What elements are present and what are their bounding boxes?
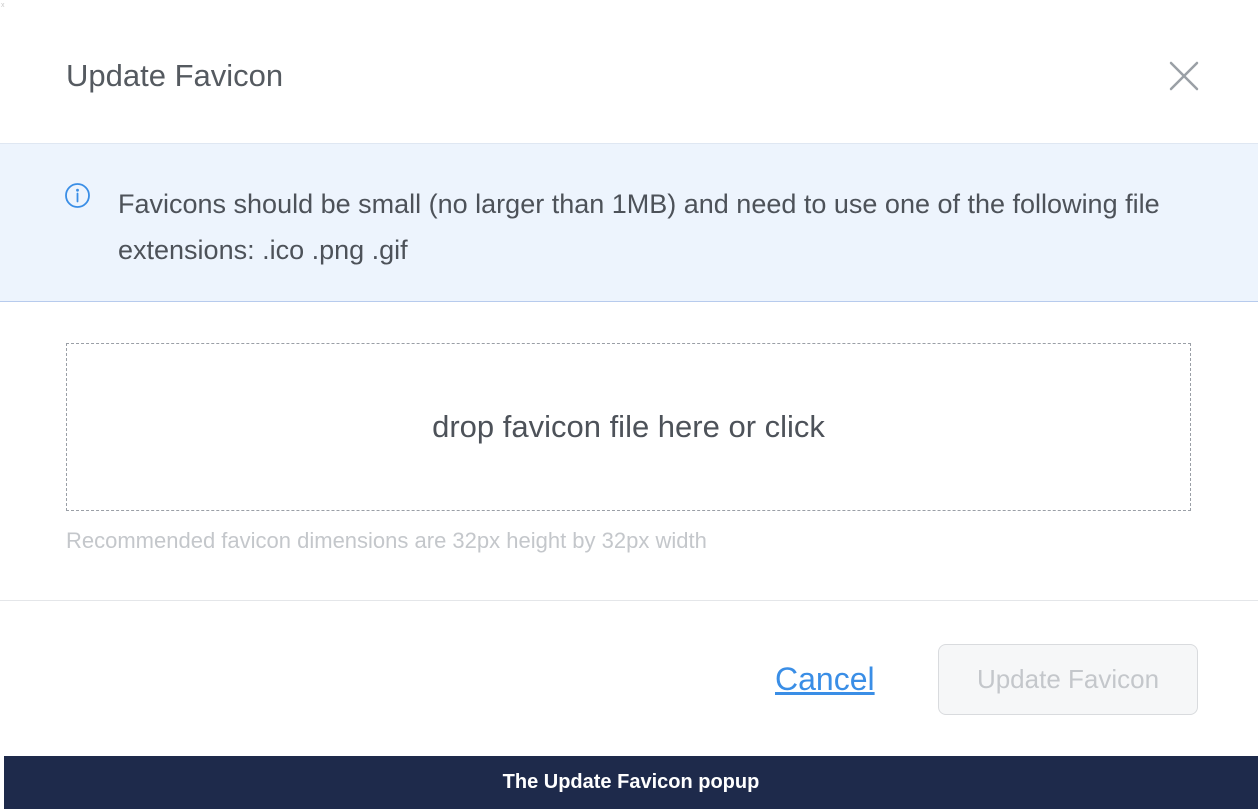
modal-header: Update Favicon bbox=[0, 0, 1258, 143]
dimensions-hint: Recommended favicon dimensions are 32px … bbox=[66, 528, 707, 553]
close-icon[interactable] bbox=[1166, 58, 1202, 94]
modal-title: Update Favicon bbox=[66, 58, 284, 93]
dropzone-label: drop favicon file here or click bbox=[432, 409, 825, 444]
caption-bar: The Update Favicon popup bbox=[4, 756, 1258, 809]
info-icon bbox=[64, 182, 91, 209]
caption-text: The Update Favicon popup bbox=[502, 771, 760, 793]
info-message: Favicons should be small (no larger than… bbox=[118, 189, 1160, 265]
footer-divider bbox=[0, 600, 1258, 601]
info-banner: Favicons should be small (no larger than… bbox=[0, 143, 1258, 302]
cancel-button[interactable]: Cancel bbox=[775, 661, 875, 698]
favicon-dropzone[interactable]: drop favicon file here or click bbox=[66, 343, 1191, 511]
update-favicon-modal: x Update Favicon Favicons should be smal… bbox=[0, 0, 1258, 756]
update-favicon-button[interactable]: Update Favicon bbox=[938, 644, 1198, 715]
